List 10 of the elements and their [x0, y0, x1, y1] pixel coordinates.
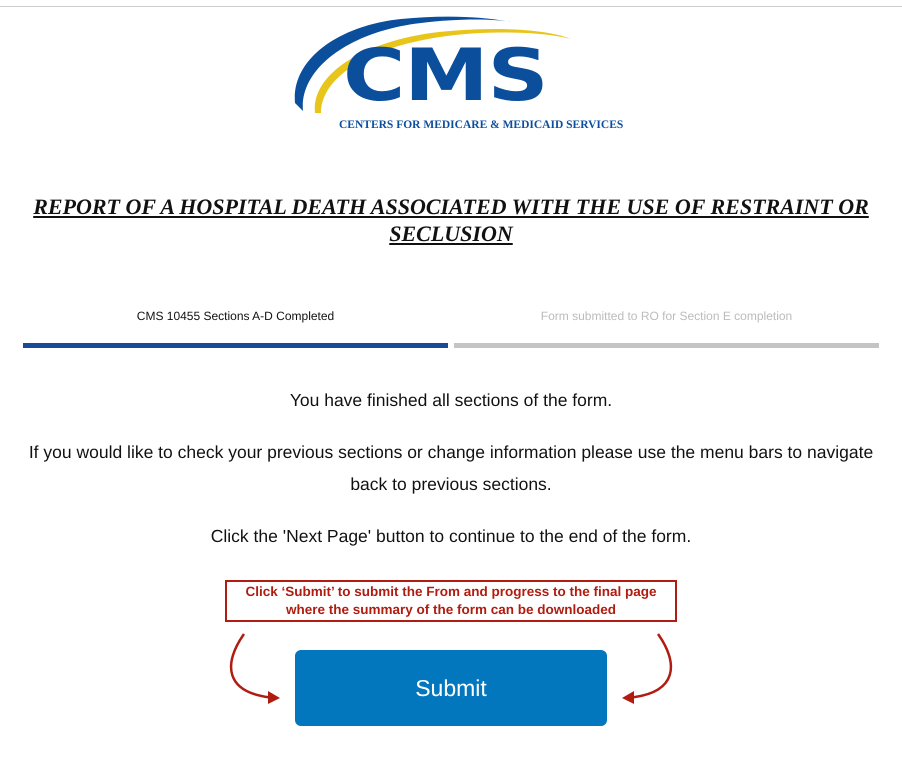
- step-label: Form submitted to RO for Section E completion: [540, 309, 792, 325]
- step-label: CMS 10455 Sections A-D Completed: [136, 309, 334, 325]
- message-text: You have finished all sections of the form.: [288, 389, 614, 412]
- logo-wordmark: CMS: [343, 35, 548, 115]
- callout-note: Click ‘Submit’ to submit the From and progress to the final page where the summary of the form can be downloaded: [225, 580, 677, 622]
- message-text: Click the 'Next Page' button to continue to the end of the form.: [210, 525, 692, 548]
- message-text: If you would like to check your previous sections or change information please use the menu bars to navigate back to previous sections.: [28, 441, 874, 496]
- logo-subtitle: CENTERS FOR MEDICARE & MEDICAID SERVICES: [339, 119, 624, 131]
- page-title: REPORT OF A HOSPITAL DEATH ASSOCIATED WITH THE USE OF RESTRAINT OR SECLUSION: [32, 193, 870, 247]
- submit-button[interactable]: Submit: [295, 650, 607, 726]
